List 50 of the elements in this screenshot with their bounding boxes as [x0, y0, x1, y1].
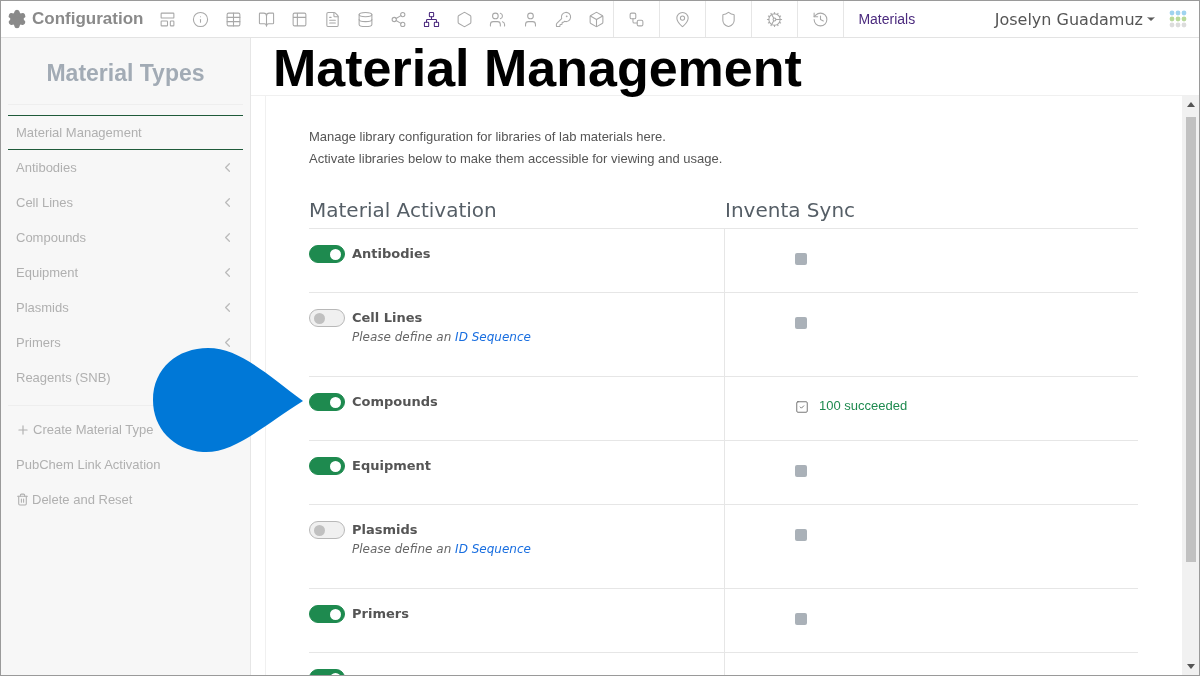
- checkbox[interactable]: [795, 529, 807, 541]
- material-name: Antibodies: [352, 245, 431, 263]
- id-sequence-link[interactable]: ID Sequence: [455, 330, 531, 344]
- user-menu[interactable]: Joselyn Guadamuz: [986, 1, 1165, 37]
- sidebar-item[interactable]: Antibodies: [8, 150, 243, 185]
- toggle-switch[interactable]: [309, 309, 345, 327]
- hint-text: Please define an ID Sequence: [352, 330, 531, 344]
- material-name: Cell Lines: [352, 309, 424, 327]
- sidebar-item[interactable]: Plasmids: [8, 290, 243, 325]
- page-title: Material Management: [251, 38, 1199, 96]
- material-name: Equipment: [352, 457, 432, 475]
- checkbox[interactable]: [795, 253, 807, 265]
- toggle-switch[interactable]: [309, 393, 345, 411]
- material-name: Plasmids: [352, 521, 419, 539]
- sidebar-item[interactable]: Reagents (SNB): [8, 360, 119, 395]
- toggle-switch[interactable]: [309, 605, 345, 623]
- checkbox[interactable]: [795, 317, 807, 329]
- checkbox[interactable]: [795, 400, 809, 414]
- settings-icon: [7, 9, 27, 29]
- sidebar-action[interactable]: Delete and Reset: [8, 482, 141, 517]
- column-heading: Inventa Sync: [725, 198, 857, 222]
- intro-text: Manage library configuration for libraries of lab materials here.: [309, 128, 667, 146]
- toggle-switch[interactable]: [309, 245, 345, 263]
- checkbox[interactable]: [795, 465, 807, 477]
- scrollbar[interactable]: [1182, 96, 1199, 675]
- checkbox[interactable]: [795, 613, 807, 625]
- plus-icon: [16, 422, 30, 437]
- column-heading: Material Activation: [309, 198, 498, 222]
- sidebar-item[interactable]: Equipment: [8, 255, 243, 290]
- intro-text: Activate libraries below to make them accessible for viewing and usage.: [309, 150, 724, 168]
- sidebar-action[interactable]: Create Material Type: [8, 412, 162, 447]
- toggle-switch[interactable]: [309, 457, 345, 475]
- toggle-switch[interactable]: [309, 521, 345, 539]
- sidebar-item[interactable]: Material Management: [8, 115, 243, 150]
- scroll-down-icon[interactable]: [1186, 664, 1195, 669]
- hint-text: Please define an ID Sequence: [352, 542, 531, 556]
- scroll-up-icon[interactable]: [1186, 102, 1195, 107]
- sidebar-action[interactable]: PubChem Link Activation: [8, 447, 169, 482]
- sidebar-title: Material Types: [8, 38, 243, 105]
- material-name: Primers: [352, 605, 409, 623]
- id-sequence-link[interactable]: ID Sequence: [455, 542, 531, 556]
- sidebar-item[interactable]: Cell Lines: [8, 185, 243, 220]
- sync-status: 100 succeeded: [819, 398, 908, 413]
- app-title: Configuration: [32, 9, 144, 29]
- materials-link[interactable]: Materials: [843, 1, 930, 37]
- sidebar-item[interactable]: Compounds: [8, 220, 243, 255]
- apps-icon[interactable]: [1169, 10, 1187, 28]
- sidebar-item[interactable]: Primers: [8, 325, 243, 360]
- material-name: Compounds: [352, 393, 438, 411]
- trash-icon: [16, 493, 29, 506]
